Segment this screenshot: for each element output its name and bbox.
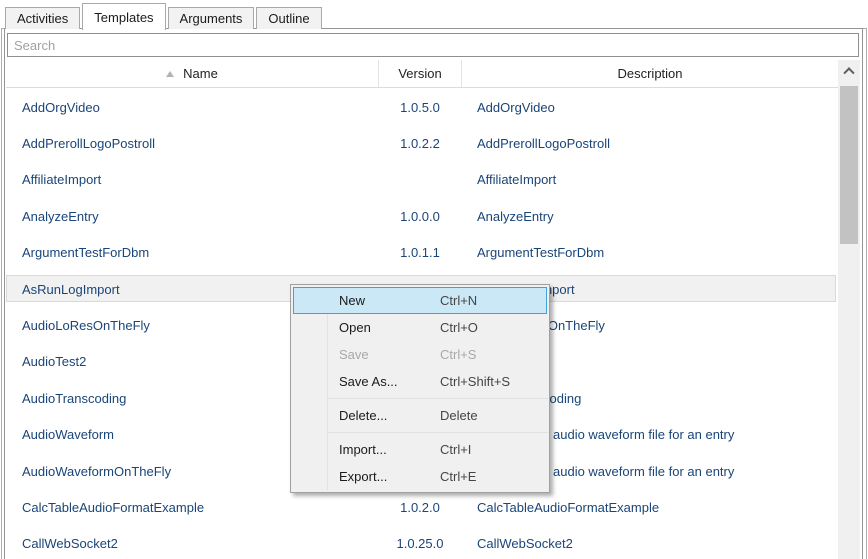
menu-item-label: New [339, 288, 365, 313]
menu-item-label: Delete... [339, 403, 387, 428]
template-name: AddPrerollLogoPostroll [6, 136, 378, 151]
table-row[interactable]: AffiliateImport AffiliateImport [6, 162, 836, 198]
table-row[interactable]: CallWebSocket2 1.0.25.0 CallWebSocket2 [6, 526, 836, 559]
template-version: 1.0.1.1 [378, 245, 462, 260]
template-name: AnalyzeEntry [6, 209, 378, 224]
menu-item-label: Export... [339, 464, 387, 489]
template-description: CalcTableAudioFormatExample [462, 500, 836, 515]
menu-item-shortcut: Ctrl+I [440, 437, 471, 462]
tab-outline[interactable]: Outline [256, 7, 321, 29]
template-description: ArgumentTestForDbm [462, 245, 836, 260]
table-row[interactable]: ArgumentTestForDbm 1.0.1.1 ArgumentTestF… [6, 235, 836, 271]
tab-label: Templates [94, 10, 153, 25]
template-version: 1.0.2.2 [378, 136, 462, 151]
table-header: Name Version Description [6, 60, 838, 88]
template-description: AddPrerollLogoPostroll [462, 136, 836, 151]
column-header-description[interactable]: Description [462, 60, 838, 87]
menu-item-shortcut: Ctrl+E [440, 464, 476, 489]
menu-item-open[interactable]: Open Ctrl+O [293, 314, 547, 341]
template-description: AnalyzeEntry [462, 209, 836, 224]
template-version: 1.0.0.0 [378, 209, 462, 224]
table-row[interactable]: AddOrgVideo 1.0.5.0 AddOrgVideo [6, 89, 836, 125]
template-name: CalcTableAudioFormatExample [6, 500, 378, 515]
menu-item-saveas[interactable]: Save As... Ctrl+Shift+S [293, 368, 547, 395]
table-row[interactable]: AnalyzeEntry 1.0.0.0 AnalyzeEntry [6, 198, 836, 234]
tab-label: Outline [268, 11, 309, 26]
search-input[interactable] [7, 33, 859, 57]
context-menu: New Ctrl+N Open Ctrl+O Save Ctrl+S Save … [290, 284, 550, 493]
column-header-name[interactable]: Name [6, 60, 378, 87]
template-description: AddOrgVideo [462, 100, 836, 115]
tab-bar: Activities Templates Arguments Outline [5, 2, 324, 29]
menu-item-shortcut: Ctrl+N [440, 288, 477, 313]
scrollbar-thumb[interactable] [840, 86, 858, 244]
menu-item-shortcut: Delete [440, 403, 478, 428]
sort-ascending-icon [166, 71, 174, 77]
tab-templates[interactable]: Templates [82, 3, 165, 30]
template-name: CallWebSocket2 [6, 536, 378, 551]
menu-item-label: Save As... [339, 369, 398, 394]
tab-activities[interactable]: Activities [5, 7, 80, 29]
menu-item-shortcut: Ctrl+S [440, 342, 476, 367]
template-version: 1.0.5.0 [378, 100, 462, 115]
menu-item-new[interactable]: New Ctrl+N [293, 287, 547, 314]
chevron-up-icon [843, 67, 854, 78]
menu-separator [327, 432, 548, 433]
menu-item-shortcut: Ctrl+O [440, 315, 478, 340]
menu-separator [327, 398, 548, 399]
tab-label: Activities [17, 11, 68, 26]
menu-item-export[interactable]: Export... Ctrl+E [293, 463, 547, 490]
template-name: ArgumentTestForDbm [6, 245, 378, 260]
template-name: AffiliateImport [6, 172, 378, 187]
template-version: 1.0.25.0 [378, 536, 462, 551]
menu-item-save[interactable]: Save Ctrl+S [293, 341, 547, 368]
scroll-up-button[interactable] [838, 60, 860, 79]
column-header-description-label: Description [617, 66, 682, 81]
template-name: AddOrgVideo [6, 100, 378, 115]
table-row[interactable]: CalcTableAudioFormatExample 1.0.2.0 Calc… [6, 489, 836, 525]
column-header-name-label: Name [183, 66, 218, 81]
menu-item-label: Import... [339, 437, 387, 462]
template-description: AffiliateImport [462, 172, 836, 187]
menu-item-label: Open [339, 315, 371, 340]
menu-item-import[interactable]: Import... Ctrl+I [293, 436, 547, 463]
tab-label: Arguments [180, 11, 243, 26]
template-version: 1.0.2.0 [378, 500, 462, 515]
menu-item-label: Save [339, 342, 369, 367]
vertical-scrollbar[interactable] [838, 60, 860, 559]
menu-item-delete[interactable]: Delete... Delete [293, 402, 547, 429]
column-header-version[interactable]: Version [378, 60, 462, 87]
column-header-version-label: Version [398, 66, 441, 81]
table-row[interactable]: AddPrerollLogoPostroll 1.0.2.2 AddPrerol… [6, 125, 836, 161]
menu-item-shortcut: Ctrl+Shift+S [440, 369, 510, 394]
tab-arguments[interactable]: Arguments [168, 7, 255, 29]
template-description: CallWebSocket2 [462, 536, 836, 551]
